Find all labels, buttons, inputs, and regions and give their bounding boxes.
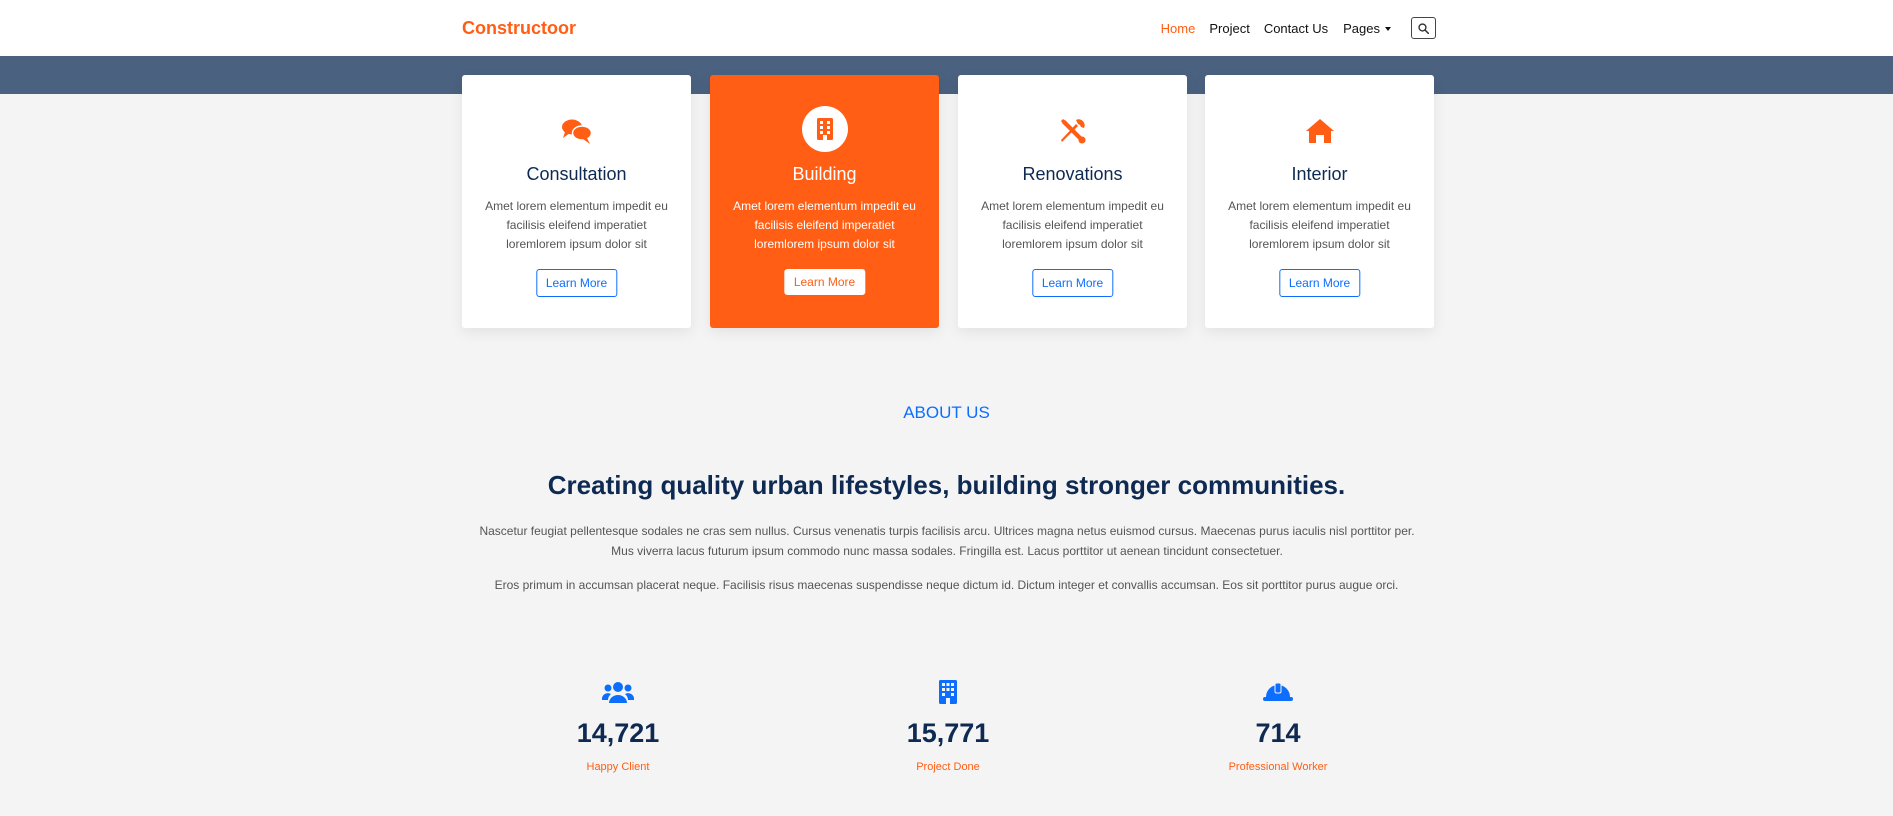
building-icon [848, 678, 1048, 706]
stat-label: Project Done [916, 761, 980, 773]
building-icon [801, 106, 848, 152]
navbar: Constructoor Home Project Contact Us Pag… [0, 0, 1893, 56]
stat-project-done: 15,771 Project Done [848, 678, 1048, 773]
nav-home[interactable]: Home [1161, 21, 1196, 36]
learn-more-button[interactable]: Learn More [783, 269, 866, 295]
about-heading: Creating quality urban lifestyles, build… [547, 470, 1346, 500]
card-description: Amet lorem elementum impedit eu facilisi… [485, 199, 668, 251]
service-card-interior: Interior Amet lorem elementum impedit eu… [1205, 75, 1434, 328]
card-description: Amet lorem elementum impedit eu facilisi… [733, 199, 916, 251]
service-card-building: Building Amet lorem elementum impedit eu… [710, 75, 939, 328]
caret-down-icon [1385, 27, 1391, 32]
card-description: Amet lorem elementum impedit eu facilisi… [1228, 199, 1411, 251]
stat-professional-worker: 714 Professional Worker [1178, 678, 1378, 773]
card-title: Renovations [1022, 164, 1123, 184]
stat-value: 714 [1255, 718, 1301, 748]
card-title: Interior [1291, 164, 1348, 184]
stat-label: Professional Worker [1228, 761, 1328, 773]
service-card-consultation: Consultation Amet lorem elementum impedi… [462, 75, 691, 328]
main-nav: Home Project Contact Us Pages [1147, 17, 1436, 39]
hard-hat-icon [1178, 678, 1378, 706]
service-card-renovations: Renovations Amet lorem elementum impedit… [958, 75, 1187, 328]
nav-project[interactable]: Project [1209, 21, 1249, 36]
card-title: Building [792, 164, 857, 184]
navbar-container: Constructoor Home Project Contact Us Pag… [462, 0, 1436, 56]
users-icon [518, 678, 718, 706]
about-section-label: ABOUT US [903, 403, 990, 422]
stat-value: 15,771 [906, 718, 990, 748]
nav-pages-label: Pages [1343, 20, 1380, 36]
card-description: Amet lorem elementum impedit eu facilisi… [981, 199, 1164, 251]
learn-more-button[interactable]: Learn More [535, 269, 618, 297]
home-icon [1298, 109, 1342, 153]
learn-more-button[interactable]: Learn More [1278, 269, 1361, 297]
about-paragraph: Eros primum in accumsan placerat neque. … [494, 578, 1399, 592]
tools-icon [1051, 109, 1095, 153]
search-icon [1418, 22, 1429, 34]
nav-pages-dropdown[interactable]: Pages [1343, 21, 1391, 36]
search-button[interactable] [1411, 17, 1436, 39]
learn-more-button[interactable]: Learn More [1031, 269, 1114, 297]
stat-happy-client: 14,721 Happy Client [518, 678, 718, 773]
comments-icon [555, 109, 599, 153]
hero-band [0, 56, 1893, 94]
brand-logo[interactable]: Constructoor [462, 18, 576, 39]
stat-value: 14,721 [576, 718, 660, 748]
card-title: Consultation [526, 164, 627, 184]
nav-contact-us[interactable]: Contact Us [1264, 21, 1328, 36]
stat-label: Happy Client [586, 761, 650, 773]
about-paragraph: Nascetur feugiat pellentesque sodales ne… [479, 524, 1415, 558]
